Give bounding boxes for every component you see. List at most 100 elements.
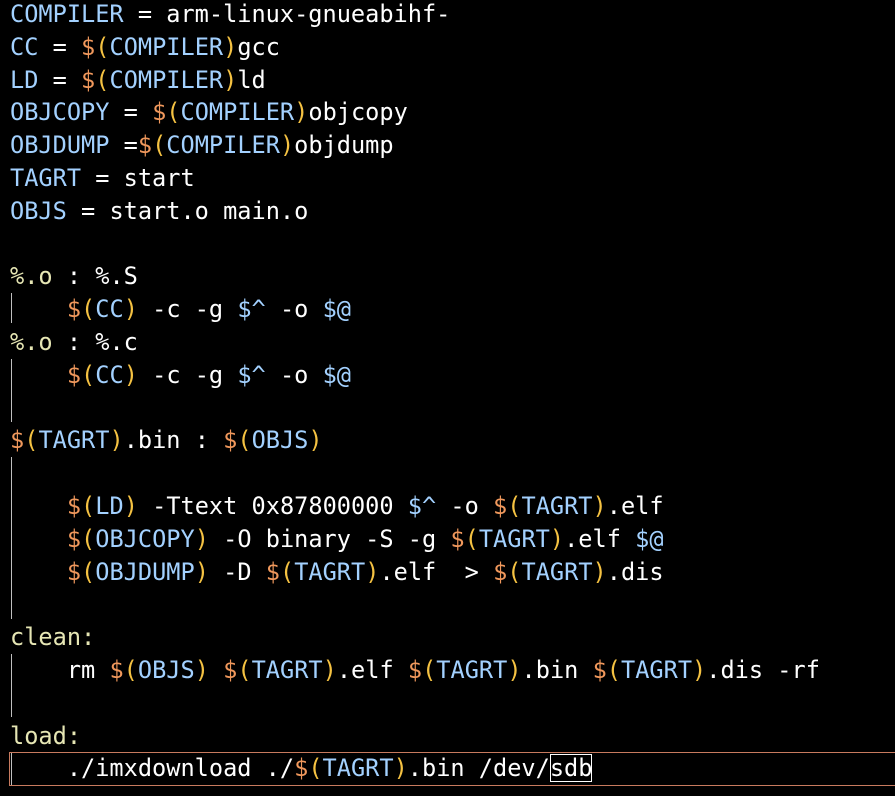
code-token: ) [322,656,337,684]
code-token: $ [66,295,82,324]
code-token: load: [10,721,82,750]
code-token: .elf [564,524,636,553]
code-token: $ [592,656,607,684]
code-line[interactable]: OBJS = start.o main.o [10,195,308,228]
code-token: ) [294,98,309,127]
code-line[interactable]: COMPILER = arm-linux-gnueabihf- [10,0,450,31]
code-token: $ [223,656,238,684]
code-token: objdump [294,131,394,160]
code-token: clean: [10,623,96,652]
code-token: ) [194,524,209,553]
code-token: CC [10,32,39,61]
makefile-editor[interactable]: COMPILER = arm-linux-gnueabihf- CC = $(CO… [0,0,895,796]
code-token: ( [308,754,323,783]
code-token: ld [237,65,266,94]
code-token: OBJCOPY [10,98,110,127]
code-token: gcc [237,32,280,61]
code-token: -c -g [137,360,238,389]
code-line[interactable]: $(LD) -Ttext 0x87800000 $^ -o $(TAGRT).e… [10,490,664,523]
code-token: TAGRT [38,426,110,455]
code-token: ( [95,32,110,61]
code-token: $^ [407,492,437,520]
code-line[interactable]: TAGRT = start [10,162,195,195]
code-line[interactable]: LD = $(COMPILER)ld [10,64,266,97]
code-token: : %.S [52,262,138,291]
code-token: LD [95,492,124,520]
code-token: ( [166,98,181,127]
code-token: OBJS [251,426,309,455]
code-line[interactable]: load: [10,720,81,753]
code-token: -o [265,360,323,389]
code-token: ( [123,656,138,684]
code-token: ( [81,557,96,586]
code-line[interactable]: rm $(OBJS) $(TAGRT).elf $(TAGRT).bin $(T… [10,654,820,687]
code-token: $ [109,656,124,684]
code-token: ) [507,656,522,684]
code-line[interactable]: clean: [10,621,95,654]
code-token: $ [294,754,309,783]
code-token: ( [507,492,522,520]
code-token: $ [81,32,96,61]
code-line[interactable]: CC = $(COMPILER)gcc [10,31,280,64]
code-token: ) [123,360,138,389]
code-line[interactable]: $(OBJCOPY) -O binary -S -g $(TAGRT).elf … [10,523,664,556]
code-token: -o [265,295,323,324]
code-token: ./imxdownload ./ [10,754,295,783]
code-token: COMPILER [10,0,124,28]
code-line[interactable]: ./imxdownload ./$(TAGRT).bin /dev/sdb [10,752,593,785]
code-token: $ [407,656,423,684]
code-token: = start [81,164,195,192]
code-token: OBJCOPY [95,524,195,553]
code-token: ( [507,557,522,586]
code-token: = [38,65,82,94]
code-token: ) [592,492,607,520]
code-token: LD [10,65,39,94]
code-token: COMPILER [180,98,295,127]
code-line[interactable]: $(OBJDUMP) -D $(TAGRT).elf > $(TAGRT).di… [10,556,664,589]
code-token: TAGRT [436,656,508,684]
code-token: ) [123,492,138,520]
code-token: TAGRT [322,754,394,783]
code-token: = start.o main.o [66,196,309,225]
code-token: $@ [635,524,664,553]
code-token: $ [66,557,82,586]
code-token: ) [223,65,238,94]
code-token: -o [436,492,494,520]
code-token: TAGRT [251,656,323,684]
code-token: ) [279,131,295,160]
code-token: .bin /dev/ [407,754,550,783]
code-token: $ [10,426,25,455]
code-token: -Ttext 0x87800000 [137,492,408,520]
code-token: %.o [10,262,53,291]
code-token: ( [95,65,110,94]
code-token: ) [692,656,707,684]
code-token: $ [66,492,82,520]
code-token: $ [493,492,508,520]
code-token: ( [464,524,479,553]
code-line[interactable]: OBJCOPY = $(COMPILER)objcopy [10,96,408,129]
code-line[interactable]: OBJDUMP =$(COMPILER)objdump [10,129,394,162]
code-token: .elf [606,492,664,520]
code-token: .elf [336,656,408,684]
code-token: ) [592,557,607,586]
code-line[interactable]: $(TAGRT).bin : $(OBJS) [10,424,323,457]
code-token: COMPILER [166,131,280,160]
code-token: .dis -rf [706,656,820,684]
code-token: -D [208,557,266,586]
code-token: -c -g [137,295,238,324]
code-token: ) [109,426,124,455]
code-token: ( [237,656,252,684]
code-line[interactable]: %.o : %.S [10,260,138,293]
code-token: ( [279,557,295,586]
code-line[interactable]: $(CC) -c -g $^ -o $@ [10,293,351,326]
code-token: ) [365,557,380,586]
code-token: OBJS [137,656,195,684]
code-line[interactable]: $(CC) -c -g $^ -o $@ [10,359,351,392]
code-line[interactable]: %.o : %.c [10,326,138,359]
code-token: ( [152,131,167,160]
code-token: rm [10,656,110,684]
